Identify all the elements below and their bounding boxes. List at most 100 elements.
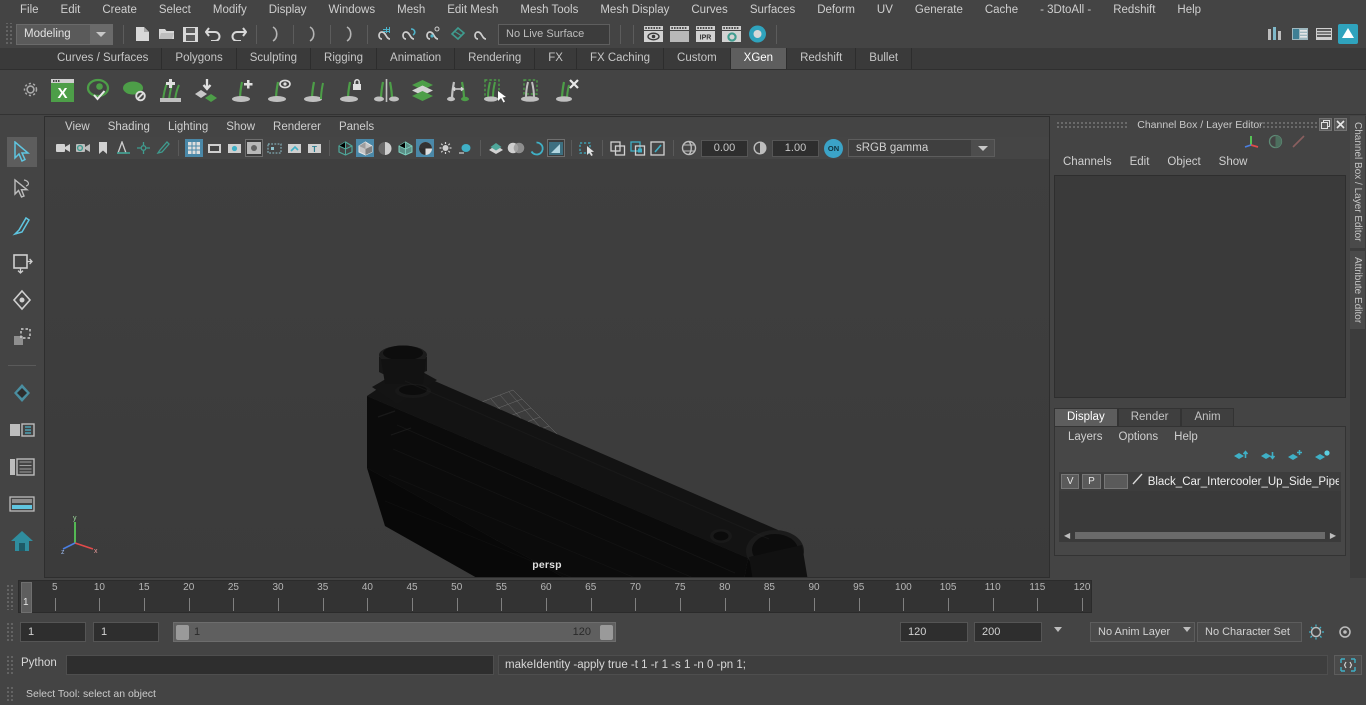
command-language-label[interactable]: Python xyxy=(21,657,57,669)
shelf-tab-fx-caching[interactable]: FX Caching xyxy=(576,48,665,69)
animation-end-time-field[interactable]: 200 xyxy=(974,622,1042,642)
menu-deform[interactable]: Deform xyxy=(806,0,866,20)
xray-active-components-icon[interactable] xyxy=(649,139,667,157)
new-layer-icon[interactable] xyxy=(1287,449,1304,467)
xgen-preview-description-icon[interactable] xyxy=(262,74,295,107)
command-input[interactable] xyxy=(66,655,494,675)
color-management-toggle[interactable]: ON xyxy=(824,138,843,158)
make-live-icon[interactable] xyxy=(471,23,493,45)
layer-menu-help[interactable]: Help xyxy=(1166,428,1206,446)
select-tool-icon[interactable] xyxy=(7,137,37,167)
lasso-select-tool-icon[interactable] xyxy=(7,174,37,204)
open-scene-icon[interactable] xyxy=(155,23,177,45)
menu-display[interactable]: Display xyxy=(258,0,318,20)
layer-playback-toggle[interactable]: P xyxy=(1082,474,1101,489)
snap-to-grid-icon[interactable] xyxy=(375,23,397,45)
shelf-tab-fx[interactable]: FX xyxy=(535,48,577,69)
safe-action-icon[interactable] xyxy=(285,139,303,157)
list-item[interactable]: V P Black_Car_Intercooler_Up_Side_Pipes xyxy=(1059,472,1341,491)
xgen-layers-icon[interactable] xyxy=(406,74,439,107)
layout-single-view-icon[interactable] xyxy=(7,378,37,408)
resolution-gate-icon[interactable] xyxy=(225,139,243,157)
command-line-grip[interactable] xyxy=(6,655,14,675)
channelbox-menu-object[interactable]: Object xyxy=(1158,152,1209,172)
smooth-shade-all-icon[interactable] xyxy=(356,139,374,157)
move-tool-icon[interactable] xyxy=(7,248,37,278)
safe-title-icon[interactable]: T xyxy=(305,139,323,157)
panel-grip-left[interactable] xyxy=(1056,121,1128,128)
animation-preferences-icon[interactable] xyxy=(1308,623,1326,646)
live-surface-field[interactable]: No Live Surface xyxy=(498,23,610,45)
layer-tab-render[interactable]: Render xyxy=(1117,408,1182,426)
anim-layer-selector[interactable]: No Anim Layer xyxy=(1090,622,1195,642)
shelf-tab-curves-surfaces[interactable]: Curves / Surfaces xyxy=(44,48,163,69)
layer-menu-layers[interactable]: Layers xyxy=(1060,428,1111,446)
field-chart-icon[interactable] xyxy=(265,139,283,157)
shelf-tab-xgen[interactable]: XGen xyxy=(730,48,788,69)
new-scene-icon[interactable] xyxy=(131,23,153,45)
scale-tool-icon[interactable] xyxy=(7,322,37,352)
shelf-tab-redshift[interactable]: Redshift xyxy=(787,48,857,69)
xgen-move-guide-icon[interactable] xyxy=(442,74,475,107)
viewport-menu-shading[interactable]: Shading xyxy=(99,117,159,137)
menu-3dtoall[interactable]: - 3DtoAll - xyxy=(1029,0,1102,20)
xgen-add-description-icon[interactable] xyxy=(226,74,259,107)
scroll-right-arrow-icon[interactable]: ▶ xyxy=(1327,531,1339,540)
grid-toggle-icon[interactable] xyxy=(185,139,203,157)
layer-list[interactable]: V P Black_Car_Intercooler_Up_Side_Pipes … xyxy=(1059,472,1341,542)
chevron-down-icon[interactable] xyxy=(1054,627,1062,632)
channelbox-menu-show[interactable]: Show xyxy=(1210,152,1257,172)
menu-uv[interactable]: UV xyxy=(866,0,904,20)
menu-modify[interactable]: Modify xyxy=(202,0,258,20)
diagonal-line-icon[interactable] xyxy=(1291,134,1306,154)
snap-to-curve-icon[interactable] xyxy=(399,23,421,45)
range-slider-bar[interactable]: 1 120 xyxy=(173,622,616,642)
ipr-render-icon[interactable]: IPR xyxy=(693,24,717,44)
ambient-occlusion-icon[interactable] xyxy=(507,139,525,157)
viewport-menu-lighting[interactable]: Lighting xyxy=(159,117,217,137)
isolate-select-icon[interactable] xyxy=(578,139,596,157)
xray-icon[interactable] xyxy=(609,139,627,157)
channel-box-list[interactable] xyxy=(1054,175,1346,398)
save-scene-icon[interactable] xyxy=(179,23,201,45)
render-view-icon[interactable] xyxy=(641,24,665,44)
menu-select[interactable]: Select xyxy=(148,0,202,20)
render-settings-icon[interactable] xyxy=(719,24,743,44)
wireframe-icon[interactable] xyxy=(336,139,354,157)
render-sequence-icon[interactable] xyxy=(667,24,691,44)
layout-multi-view-icon[interactable] xyxy=(7,415,37,445)
viewport-menu-show[interactable]: Show xyxy=(217,117,264,137)
new-layer-from-selected-icon[interactable] xyxy=(1314,449,1331,467)
xgen-import-collection-icon[interactable] xyxy=(190,74,223,107)
2d-pan-zoom-icon[interactable] xyxy=(134,139,152,157)
menu-edit[interactable]: Edit xyxy=(50,0,92,20)
show-hide-modeling-toolkit-icon[interactable] xyxy=(1265,23,1287,45)
show-hide-attribute-editor-icon[interactable] xyxy=(1289,23,1311,45)
xgen-clump-region-icon[interactable] xyxy=(514,74,547,107)
layout-home-icon[interactable] xyxy=(7,526,37,556)
menu-curves[interactable]: Curves xyxy=(680,0,738,20)
shelf-tab-bullet[interactable]: Bullet xyxy=(856,48,913,69)
preferences-icon[interactable] xyxy=(1336,623,1354,646)
xgen-lock-guide-icon[interactable] xyxy=(334,74,367,107)
snap-to-projected-center-icon[interactable] xyxy=(447,23,469,45)
hypershade-icon[interactable] xyxy=(745,24,769,44)
menu-mesh[interactable]: Mesh xyxy=(386,0,436,20)
xgen-add-grooming-icon[interactable] xyxy=(154,74,187,107)
use-all-lights-icon[interactable] xyxy=(456,139,474,157)
viewport-menu-renderer[interactable]: Renderer xyxy=(264,117,330,137)
color-management-selector[interactable]: sRGB gamma xyxy=(848,139,995,157)
gate-mask-icon[interactable] xyxy=(245,139,263,157)
menu-generate[interactable]: Generate xyxy=(904,0,974,20)
move-layer-down-icon[interactable] xyxy=(1260,449,1277,467)
xgen-delete-guide-icon[interactable] xyxy=(550,74,583,107)
chevron-down-icon[interactable] xyxy=(90,24,112,44)
range-end-handle[interactable] xyxy=(600,624,613,640)
chevron-down-icon[interactable] xyxy=(1183,627,1191,632)
layout-persp-outliner-icon[interactable] xyxy=(7,452,37,482)
menu-surfaces[interactable]: Surfaces xyxy=(739,0,806,20)
viewport-menu-view[interactable]: View xyxy=(56,117,99,137)
move-layer-up-icon[interactable] xyxy=(1233,449,1250,467)
channelbox-menu-edit[interactable]: Edit xyxy=(1121,152,1159,172)
playback-end-time-field[interactable]: 120 xyxy=(900,622,968,642)
